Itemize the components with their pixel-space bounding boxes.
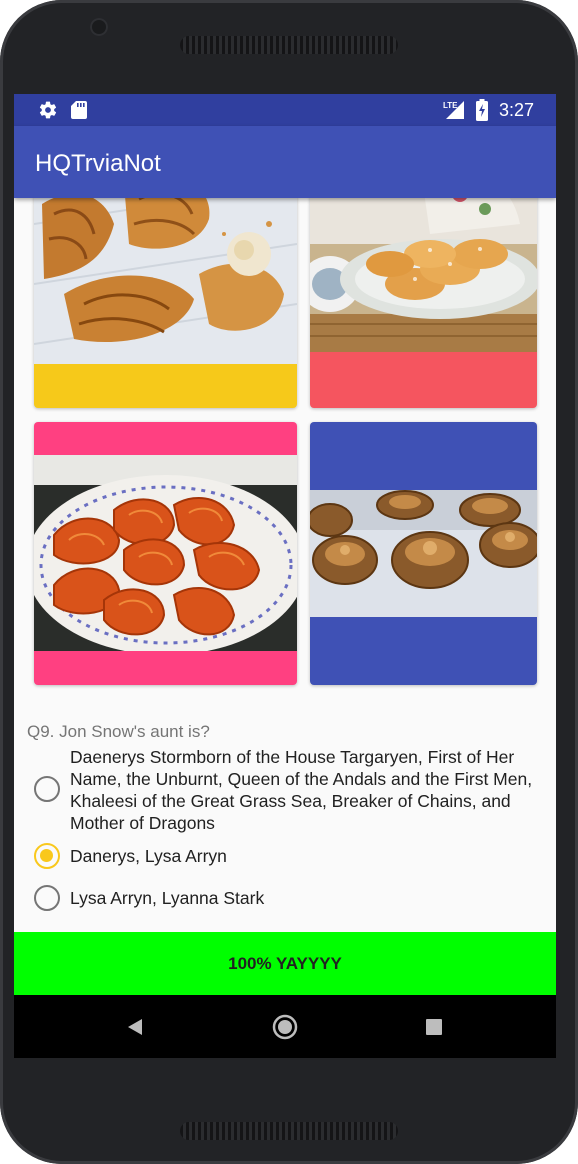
- gear-icon: [38, 100, 58, 125]
- svg-text:LTE: LTE: [443, 101, 458, 110]
- status-bar: LTE 3:27: [14, 94, 556, 126]
- image-card-croissants[interactable]: [34, 164, 297, 408]
- image-card-palmiers[interactable]: [34, 422, 297, 685]
- image-card-kouign-amann[interactable]: [310, 422, 537, 685]
- app-bar: HQTrviaNot: [14, 126, 556, 198]
- answer-option-2[interactable]: Danerys, Lysa Arryn: [34, 842, 544, 869]
- back-icon[interactable]: [126, 1017, 144, 1042]
- radio-button-unchecked[interactable]: [34, 776, 60, 802]
- lte-signal-icon: LTE: [442, 99, 466, 126]
- radio-button-unchecked[interactable]: [34, 885, 60, 911]
- result-text: 100% YAYYYY: [228, 954, 342, 973]
- app-title: HQTrviaNot: [35, 150, 161, 177]
- front-camera: [90, 18, 108, 36]
- answer-option-1[interactable]: Daenerys Stormborn of the House Targarye…: [34, 746, 544, 834]
- question-text: Q9. Jon Snow's aunt is?: [27, 722, 210, 741]
- kouign-amann-image: [310, 490, 537, 617]
- result-banner: 100% YAYYYY: [14, 932, 556, 995]
- recents-icon[interactable]: [426, 1019, 442, 1040]
- image-card-madeleines[interactable]: [310, 164, 537, 408]
- radio-button-checked[interactable]: [34, 843, 60, 869]
- battery-charging-icon: [476, 99, 488, 126]
- sd-card-icon: [70, 100, 88, 125]
- earpiece-speaker: [180, 36, 398, 54]
- answer-option-label: Daenerys Stormborn of the House Targarye…: [70, 747, 533, 833]
- answer-option-label: Danerys, Lysa Arryn: [70, 846, 227, 866]
- screen: LTE 3:27 HQTrviaNot Q9. Jon Snow's aunt …: [14, 94, 556, 1058]
- phone-frame: LTE 3:27 HQTrviaNot Q9. Jon Snow's aunt …: [0, 0, 578, 1164]
- bottom-speaker: [180, 1122, 398, 1140]
- answer-option-label: Lysa Arryn, Lyanna Stark: [70, 888, 265, 908]
- answer-option-3[interactable]: Lysa Arryn, Lyanna Stark: [34, 884, 544, 911]
- status-time: 3:27: [498, 100, 534, 120]
- home-icon[interactable]: [272, 1014, 298, 1045]
- palmiers-image: [34, 455, 297, 651]
- navigation-bar: [14, 995, 556, 1058]
